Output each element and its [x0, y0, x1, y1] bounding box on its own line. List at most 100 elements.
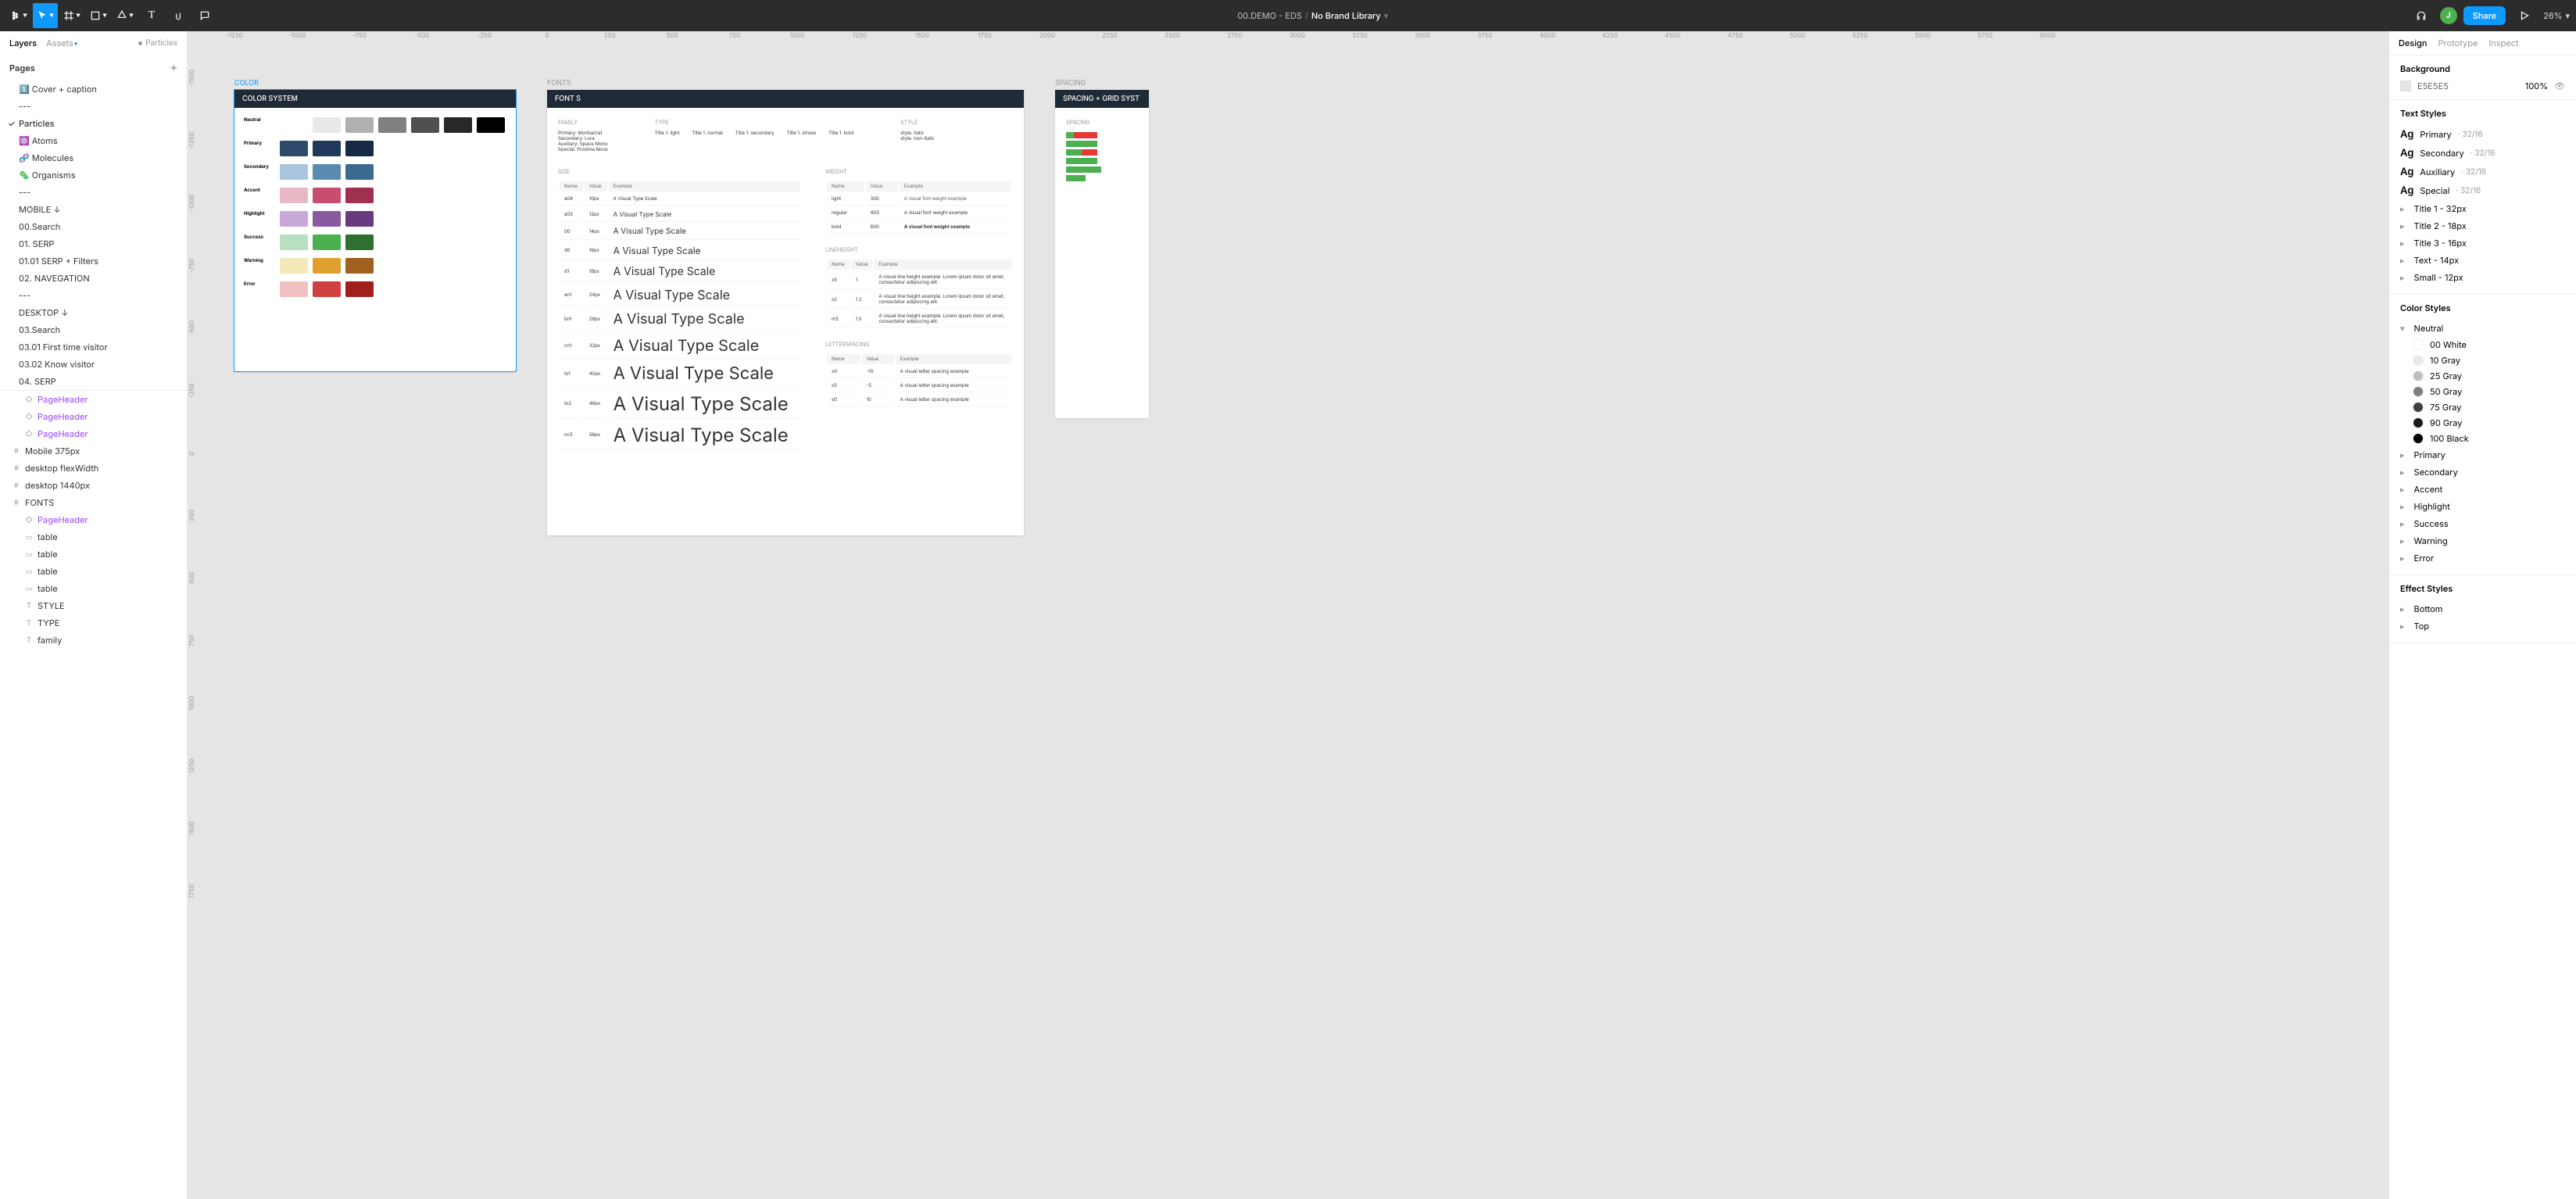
frame-color[interactable]: COLOR COLOR SYSTEM NeutralPrimarySeconda… — [234, 90, 516, 371]
text-style-item[interactable]: AgSpecial · 32/16 — [2400, 181, 2565, 200]
frame-spacing[interactable]: SPACING SPACING + GRID SYST SPACING — [1055, 90, 1149, 418]
color-swatch[interactable] — [313, 117, 341, 133]
text-style-item[interactable]: AgPrimary · 32/16 — [2400, 125, 2565, 144]
zoom-dropdown[interactable]: 26%▾ — [2543, 10, 2570, 21]
color-swatch[interactable] — [280, 211, 308, 227]
layer-item[interactable]: ◇PageHeader — [0, 511, 187, 528]
color-style-item[interactable]: 25 Gray — [2400, 368, 2565, 384]
page-item[interactable]: Particles — [0, 115, 187, 132]
share-button[interactable]: Share — [2463, 6, 2506, 25]
layer-item[interactable]: ▭table — [0, 546, 187, 563]
present-button[interactable] — [2512, 3, 2537, 28]
color-swatch[interactable] — [345, 258, 374, 274]
hand-tool-button[interactable] — [166, 3, 191, 28]
color-group[interactable]: ▸Highlight — [2400, 498, 2565, 515]
layer-item[interactable]: TSTYLE — [0, 597, 187, 614]
color-style-item[interactable]: 75 Gray — [2400, 399, 2565, 415]
color-swatch[interactable] — [444, 117, 472, 133]
headphones-icon[interactable] — [2409, 3, 2434, 28]
user-avatar[interactable]: J — [2440, 7, 2457, 24]
text-style-item[interactable]: ▸Text - 14px — [2400, 252, 2565, 269]
page-item[interactable]: MOBILE ↓ — [0, 201, 187, 218]
color-swatch[interactable] — [280, 188, 308, 203]
color-swatch[interactable] — [280, 117, 308, 133]
page-item[interactable]: DESKTOP ↓ — [0, 304, 187, 321]
page-item[interactable]: 1️⃣ Cover + caption — [0, 81, 187, 98]
color-style-item[interactable]: 50 Gray — [2400, 384, 2565, 399]
text-style-item[interactable]: AgSecondary · 32/16 — [2400, 144, 2565, 163]
layer-item[interactable]: #desktop flexWidth — [0, 460, 187, 477]
page-item[interactable]: 🦠 Organisms — [0, 166, 187, 184]
tab-inspect[interactable]: Inspect — [2488, 38, 2518, 48]
color-swatch[interactable] — [313, 188, 341, 203]
tab-design[interactable]: Design — [2399, 38, 2428, 48]
color-swatch[interactable] — [411, 117, 439, 133]
tab-assets[interactable]: Assets• — [46, 38, 78, 48]
color-swatch[interactable] — [280, 234, 308, 250]
neutral-group[interactable]: ▾ Neutral — [2400, 320, 2565, 337]
effect-style-item[interactable]: ▸Bottom — [2400, 600, 2565, 617]
text-style-item[interactable]: ▸Title 3 - 16px — [2400, 234, 2565, 252]
shape-tool-button[interactable]: ▼ — [86, 3, 111, 28]
color-swatch[interactable] — [313, 164, 341, 180]
effect-style-item[interactable]: ▸Top — [2400, 617, 2565, 635]
text-style-item[interactable]: ▸Small - 12px — [2400, 269, 2565, 286]
page-item[interactable]: 03.02 Know visitor — [0, 356, 187, 373]
text-style-item[interactable]: ▸Title 2 - 18px — [2400, 217, 2565, 234]
layer-item[interactable]: Tfamily — [0, 632, 187, 649]
page-item[interactable]: 🧬 Molecules — [0, 149, 187, 166]
color-swatch[interactable] — [280, 141, 308, 156]
eye-icon[interactable]: 👁 — [2554, 81, 2565, 91]
page-item[interactable]: 02. NAVEGATION — [0, 270, 187, 287]
text-style-item[interactable]: AgAuxiliary · 32/16 — [2400, 163, 2565, 181]
color-group[interactable]: ▸Success — [2400, 515, 2565, 532]
color-swatch[interactable] — [345, 117, 374, 133]
comment-tool-button[interactable] — [192, 3, 217, 28]
page-item[interactable]: --- — [0, 184, 187, 201]
pen-tool-button[interactable]: ▼ — [113, 3, 138, 28]
layer-item[interactable]: #Mobile 375px — [0, 442, 187, 460]
tab-prototype[interactable]: Prototype — [2438, 38, 2478, 48]
color-swatch[interactable] — [345, 164, 374, 180]
page-item[interactable]: 00.Search — [0, 218, 187, 235]
page-item[interactable]: --- — [0, 287, 187, 304]
page-item[interactable]: 01. SERP — [0, 235, 187, 252]
color-swatch[interactable] — [477, 117, 505, 133]
page-item[interactable]: 03.01 First time visitor — [0, 338, 187, 356]
color-swatch[interactable] — [280, 164, 308, 180]
color-swatch[interactable] — [313, 234, 341, 250]
color-group[interactable]: ▸Accent — [2400, 481, 2565, 498]
layer-item[interactable]: ▭table — [0, 563, 187, 580]
color-swatch[interactable] — [313, 258, 341, 274]
color-swatch[interactable] — [345, 188, 374, 203]
color-style-item[interactable]: 100 Black — [2400, 431, 2565, 446]
background-hex[interactable]: E5E5E5 — [2417, 81, 2519, 91]
layer-item[interactable]: ◇PageHeader — [0, 408, 187, 425]
text-tool-button[interactable]: T — [139, 3, 164, 28]
color-swatch[interactable] — [313, 211, 341, 227]
frame-tool-button[interactable]: ▼ — [59, 3, 84, 28]
color-group[interactable]: ▸Secondary — [2400, 463, 2565, 481]
page-item[interactable]: ⚛️ Atoms — [0, 132, 187, 149]
layer-item[interactable]: ◇PageHeader — [0, 425, 187, 442]
page-item[interactable]: --- — [0, 98, 187, 115]
color-swatch[interactable] — [345, 211, 374, 227]
layer-item[interactable]: #FONTS — [0, 494, 187, 511]
color-swatch[interactable] — [313, 141, 341, 156]
figma-menu-button[interactable]: ▼ — [6, 3, 31, 28]
page-item[interactable]: 03.Search — [0, 321, 187, 338]
frame-fonts[interactable]: FONTS FONT S FAMILY Primary: MontserratS… — [547, 90, 1024, 535]
color-style-item[interactable]: 00 White — [2400, 337, 2565, 353]
layer-item[interactable]: TTYPE — [0, 614, 187, 632]
background-row[interactable]: E5E5E5 100% 👁 — [2400, 81, 2565, 91]
background-opacity[interactable]: 100% — [2525, 81, 2548, 91]
canvas[interactable]: -1250-1000-750-500-250025050075010001250… — [188, 31, 2388, 1199]
add-page-button[interactable]: + — [170, 61, 177, 74]
page-item[interactable]: 04. SERP — [0, 373, 187, 390]
file-title[interactable]: 00.DEMO - EDS / No Brand Library ▾ — [217, 10, 2409, 21]
color-swatch[interactable] — [313, 281, 341, 297]
page-item[interactable]: 01.01 SERP + Filters — [0, 252, 187, 270]
color-swatch[interactable] — [345, 234, 374, 250]
color-swatch[interactable] — [378, 117, 406, 133]
color-style-item[interactable]: 90 Gray — [2400, 415, 2565, 431]
